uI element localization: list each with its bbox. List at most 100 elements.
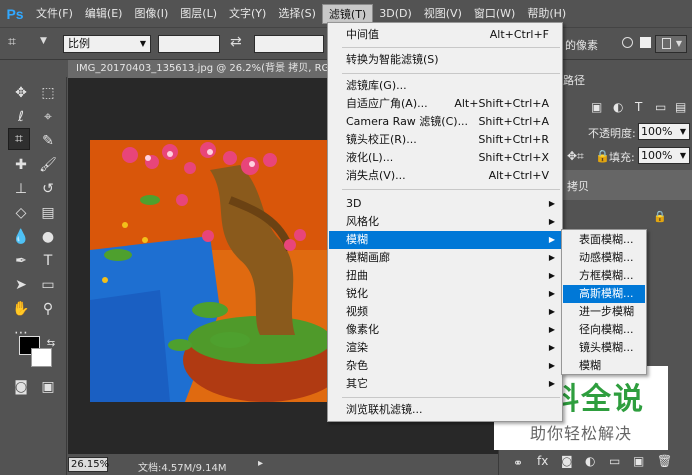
filter-menu-item-blur[interactable]: 模糊 ▶ — [329, 231, 561, 249]
history-brush-tool-icon[interactable]: ↺ — [37, 178, 59, 200]
chevron-right-icon[interactable]: ▸ — [258, 458, 263, 469]
crop-tool-icon[interactable]: ⌗ — [8, 128, 30, 150]
blur-menu-item[interactable]: 动感模糊... — [563, 249, 645, 267]
healing-brush-tool-icon[interactable]: ✚ — [10, 154, 32, 176]
filter-menu-item[interactable]: 渲染 ▶ — [329, 339, 561, 357]
move-tool-icon[interactable]: ✥ — [10, 82, 32, 104]
lock-artboard-icon[interactable]: ⌗ — [577, 149, 584, 164]
eraser-tool-icon[interactable]: ◇ — [10, 202, 32, 224]
filter-menu-item[interactable]: 3D ▶ — [329, 195, 561, 213]
pen-tool-icon[interactable]: ✒ — [10, 250, 32, 272]
lock-position-icon[interactable]: ✥ — [567, 149, 577, 163]
blur-menu-item[interactable]: 方框模糊... — [563, 267, 645, 285]
adjustment-filter-icon[interactable]: ◐ — [613, 100, 623, 114]
menu-window[interactable]: 窗口(W) — [468, 4, 521, 24]
submenu-arrow-icon: ▶ — [548, 325, 555, 334]
brush-tool-icon[interactable]: 🖌 — [37, 154, 59, 176]
image-filter-icon[interactable]: ▣ — [591, 100, 602, 114]
filter-menu-item[interactable]: 浏览联机滤镜... — [329, 401, 561, 419]
shape-tool-icon[interactable]: ▭ — [37, 274, 59, 296]
ratio-select[interactable]: 比例 ▼ — [63, 35, 151, 53]
menu-view[interactable]: 视图(V) — [418, 4, 468, 24]
filter-menu-item[interactable]: 模糊画廊 ▶ — [329, 249, 561, 267]
blur-menu-item[interactable]: 模糊 — [563, 357, 645, 374]
marquee-tool-icon[interactable]: ⬚ — [37, 82, 59, 104]
gradient-tool-icon[interactable]: ▤ — [37, 202, 59, 224]
lock-all-icon[interactable]: 🔒 — [595, 149, 610, 163]
filter-menu-item[interactable]: 消失点(V)... Alt+Ctrl+V — [329, 167, 561, 185]
search-icon[interactable] — [622, 37, 633, 48]
document-image — [90, 140, 330, 402]
opacity-field[interactable]: 100% ▼ — [638, 123, 690, 140]
blur-menu-item[interactable]: 表面模糊... — [563, 231, 645, 249]
menu-select[interactable]: 选择(S) — [272, 4, 322, 24]
menu-edit[interactable]: 编辑(E) — [79, 4, 129, 24]
dodge-tool-icon[interactable]: ● — [37, 226, 59, 248]
zoom-field[interactable]: 26.15% — [68, 457, 109, 472]
filter-menu-item[interactable]: Camera Raw 滤镜(C)... Shift+Ctrl+A — [329, 113, 561, 131]
menu-3d[interactable]: 3D(D) — [373, 4, 418, 24]
path-select-tool-icon[interactable]: ➤ — [10, 274, 32, 296]
filter-menu-item[interactable]: 液化(L)... Shift+Ctrl+X — [329, 149, 561, 167]
menu-item-label: 中间值 — [346, 28, 379, 41]
chevron-down-icon[interactable]: ▼ — [40, 36, 47, 46]
type-filter-icon[interactable]: T — [635, 100, 642, 114]
shape-filter-icon[interactable]: ▭ — [655, 100, 666, 114]
group-icon[interactable]: ▭ — [609, 454, 620, 468]
zoom-tool-icon[interactable]: ⚲ — [37, 298, 59, 320]
blur-menu-item[interactable]: 径向模糊... — [563, 321, 645, 339]
checkbox[interactable] — [640, 37, 651, 48]
status-bar: 26.15% 文档:4.57M/9.14M ▸ — [68, 455, 498, 475]
link-layers-icon[interactable]: ⚭ — [513, 456, 523, 470]
filter-menu-item[interactable]: 锐化 ▶ — [329, 285, 561, 303]
filter-menu-item[interactable]: 镜头校正(R)... Shift+Ctrl+R — [329, 131, 561, 149]
blur-menu-item[interactable]: 镜头模糊... — [563, 339, 645, 357]
new-layer-icon[interactable]: ▣ — [633, 454, 644, 468]
eyedropper-tool-icon[interactable]: ✎ — [37, 130, 59, 152]
quick-select-tool-icon[interactable]: ⌖ — [37, 106, 59, 128]
blur-menu-item[interactable]: 进一步模糊 — [563, 303, 645, 321]
screen-mode-icon[interactable]: ▣ — [37, 376, 59, 398]
type-tool-icon[interactable]: T — [37, 250, 59, 272]
width-field[interactable] — [158, 35, 220, 53]
blur-tool-icon[interactable]: 💧 — [10, 226, 32, 248]
filter-menu-item[interactable]: 扭曲 ▶ — [329, 267, 561, 285]
lasso-tool-icon[interactable]: ℓ — [10, 106, 32, 128]
clone-stamp-tool-icon[interactable]: ⊥ — [10, 178, 32, 200]
trash-icon[interactable]: 🗑 — [657, 454, 672, 468]
filter-menu-item[interactable]: 视频 ▶ — [329, 303, 561, 321]
filter-menu-item[interactable]: 像素化 ▶ — [329, 321, 561, 339]
menu-layer[interactable]: 图层(L) — [174, 4, 223, 24]
watermark-subtitle: 助你轻松解决 — [529, 424, 632, 443]
fx-icon[interactable]: fx — [537, 454, 548, 468]
filter-menu-item[interactable]: 自适应广角(A)... Alt+Shift+Ctrl+A — [329, 95, 561, 113]
adjustment-layer-icon[interactable]: ◐ — [585, 454, 595, 468]
blur-menu-item-gaussian[interactable]: 高斯模糊... — [563, 285, 645, 303]
swap-arrows-icon[interactable]: ⇄ — [230, 34, 242, 50]
swap-colors-icon[interactable]: ⇆ — [40, 332, 62, 354]
crop-tool-icon[interactable]: ⌗ — [8, 34, 16, 50]
document-tab[interactable]: IMG_20170403_135613.jpg @ 26.2%(背景 拷贝, R… — [68, 60, 330, 78]
smart-object-filter-icon[interactable]: ▤ — [675, 100, 686, 114]
height-field[interactable] — [254, 35, 324, 53]
filter-menu-item[interactable]: 转换为智能滤镜(S) — [329, 51, 561, 69]
hand-tool-icon[interactable]: ✋ — [10, 298, 32, 320]
layer-row[interactable]: 拷贝 — [563, 170, 692, 200]
filter-menu-item[interactable]: 滤镜库(G)... — [329, 77, 561, 95]
menu-help[interactable]: 帮助(H) — [521, 4, 572, 24]
workspace-select[interactable]: ▼ — [655, 35, 687, 53]
filter-menu-item[interactable]: 杂色 ▶ — [329, 357, 561, 375]
quick-mask-icon[interactable]: ◙ — [10, 376, 32, 398]
filter-menu-item[interactable]: 风格化 ▶ — [329, 213, 561, 231]
menu-type[interactable]: 文字(Y) — [223, 4, 272, 24]
mask-icon[interactable]: ◙ — [561, 454, 573, 468]
menu-file[interactable]: 文件(F) — [30, 4, 79, 24]
filter-menu-item[interactable]: 中间值 Alt+Ctrl+F — [329, 26, 561, 44]
menu-filter[interactable]: 滤镜(T) — [321, 3, 374, 24]
paths-tab[interactable]: 路径 — [563, 72, 585, 88]
menu-image[interactable]: 图像(I) — [128, 4, 174, 24]
menu-item-label: 模糊 — [346, 233, 368, 246]
fill-field[interactable]: 100% ▼ — [638, 147, 690, 164]
menu-item-label: 3D — [346, 197, 362, 210]
filter-menu-item[interactable]: 其它 ▶ — [329, 375, 561, 393]
